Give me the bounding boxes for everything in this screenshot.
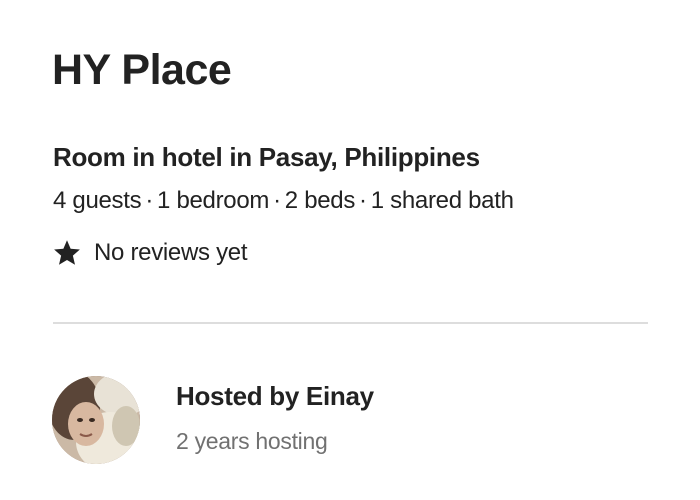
reviews-summary: No reviews yet — [52, 236, 247, 270]
baths-count: 1 shared bath — [370, 187, 514, 214]
separator-dot: · — [359, 187, 367, 214]
listing-details: 4 guests · 1 bedroom · 2 beds · 1 shared bath — [53, 184, 514, 218]
guests-count: 4 guests — [53, 187, 142, 214]
separator-dot: · — [273, 187, 281, 214]
host-name[interactable]: Hosted by Einay — [176, 378, 374, 414]
listing-title: HY Place — [52, 46, 232, 94]
beds-count: 2 beds — [284, 187, 356, 214]
section-divider — [53, 322, 648, 324]
host-experience: 2 years hosting — [176, 428, 328, 454]
reviews-text: No reviews yet — [94, 239, 248, 266]
separator-dot: · — [145, 187, 154, 214]
host-avatar[interactable] — [52, 376, 140, 464]
listing-type: Room in hotel in Pasay, Philippines — [53, 142, 480, 172]
star-icon — [52, 238, 82, 268]
bedrooms-count: 1 bedroom — [157, 187, 270, 214]
